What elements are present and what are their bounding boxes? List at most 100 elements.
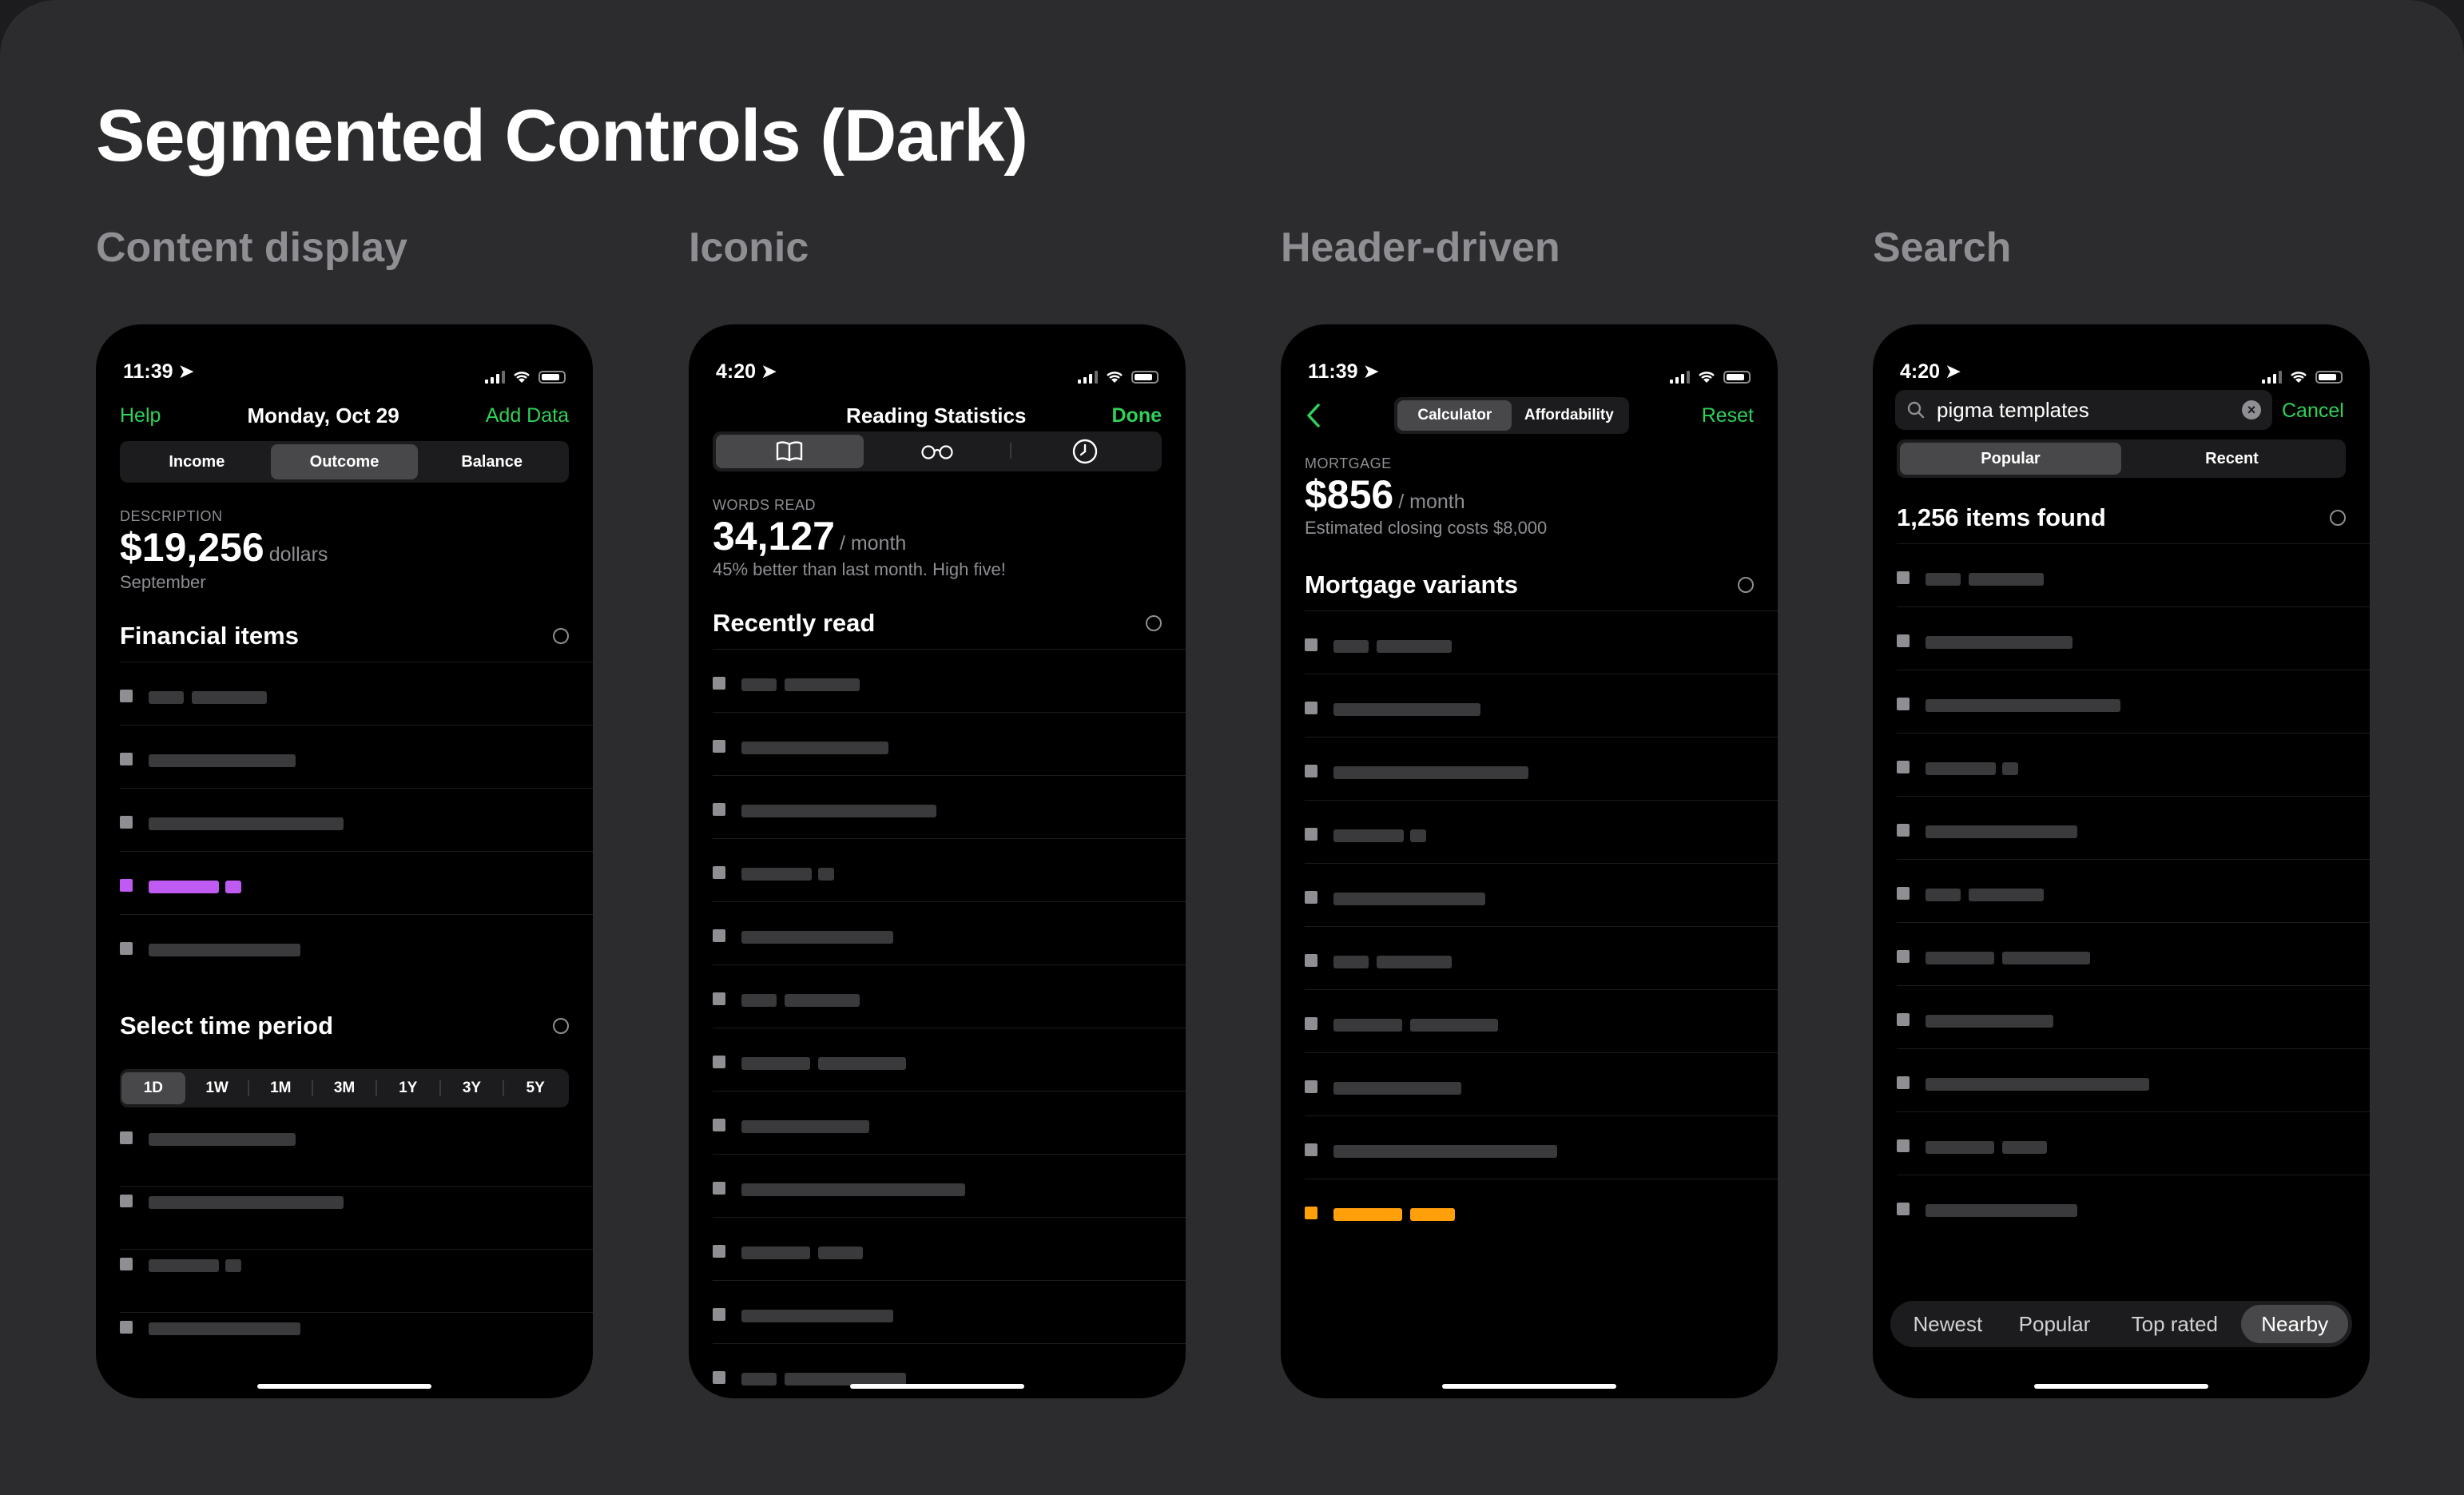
status-time: 4:20 <box>1900 360 1941 383</box>
info-circle-icon[interactable] <box>553 1018 569 1034</box>
list-item[interactable] <box>1305 926 1778 989</box>
segment-newest[interactable]: Newest <box>1894 1305 2001 1343</box>
mortgage-unit: / month <box>1398 491 1465 513</box>
list-item[interactable] <box>120 788 593 851</box>
list-item[interactable] <box>120 914 593 977</box>
column-title: Header-driven <box>1281 225 1560 271</box>
segment-balance[interactable]: Balance <box>418 444 566 479</box>
segment-1w[interactable]: 1W <box>185 1072 249 1104</box>
list-item[interactable] <box>120 1249 593 1312</box>
segment-recent[interactable]: Recent <box>2121 443 2343 475</box>
status-bar: 11:39 ➤ <box>96 324 593 384</box>
list-item[interactable] <box>1897 1175 2370 1238</box>
list-item[interactable] <box>713 1028 1186 1091</box>
list-item-selected[interactable] <box>120 851 593 914</box>
section-header: Financial items <box>120 622 569 650</box>
signal-icon <box>2262 371 2282 384</box>
list-item[interactable] <box>1897 922 2370 985</box>
list-item[interactable] <box>713 964 1186 1028</box>
recently-read-list <box>713 649 1186 1398</box>
list-item[interactable] <box>713 1154 1186 1217</box>
segment-popular[interactable]: Popular <box>1900 443 2121 475</box>
list-item[interactable] <box>713 838 1186 901</box>
search-input[interactable] <box>1935 396 2242 423</box>
nav-bar: Reading Statistics Done <box>689 395 1186 436</box>
list-item[interactable] <box>120 662 593 725</box>
list-item[interactable] <box>713 1343 1186 1398</box>
info-circle-icon[interactable] <box>1738 577 1754 593</box>
segment-5y[interactable]: 5Y <box>503 1072 567 1104</box>
home-indicator <box>2034 1384 2208 1389</box>
segment-income[interactable]: Income <box>123 444 271 479</box>
list-item[interactable] <box>1897 796 2370 859</box>
list-item[interactable] <box>713 1091 1186 1154</box>
segment-3m[interactable]: 3M <box>312 1072 376 1104</box>
location-arrow-icon: ➤ <box>1945 360 1961 383</box>
battery-icon <box>2315 371 2343 384</box>
clear-icon[interactable]: × <box>2242 400 2261 419</box>
list-item[interactable] <box>1897 1048 2370 1111</box>
list-item[interactable] <box>713 649 1186 712</box>
list-item[interactable] <box>713 712 1186 775</box>
segment-clock[interactable] <box>1010 435 1158 468</box>
signal-icon <box>1670 371 1690 384</box>
cancel-button[interactable]: Cancel <box>2282 400 2344 423</box>
words-read-label: WORDS READ <box>713 497 817 513</box>
segment-nearby[interactable]: Nearby <box>2241 1305 2348 1343</box>
list-item[interactable] <box>120 725 593 788</box>
list-item[interactable] <box>1897 859 2370 922</box>
list-item[interactable] <box>120 1186 593 1249</box>
chevron-left-icon[interactable] <box>1305 402 1322 429</box>
battery-icon <box>1723 371 1751 384</box>
help-button[interactable]: Help <box>120 404 161 427</box>
reset-button[interactable]: Reset <box>1702 404 1754 427</box>
info-circle-icon[interactable] <box>2330 510 2346 526</box>
segment-1d[interactable]: 1D <box>121 1072 185 1104</box>
list-item[interactable] <box>713 775 1186 838</box>
segment-1y[interactable]: 1Y <box>375 1072 440 1104</box>
list-item[interactable] <box>1305 863 1778 926</box>
list-item[interactable] <box>713 1217 1186 1280</box>
list-item[interactable] <box>713 1280 1186 1343</box>
list-item[interactable] <box>1305 737 1778 800</box>
list-item[interactable] <box>1897 1111 2370 1175</box>
done-button[interactable]: Done <box>1112 404 1162 427</box>
segment-glasses[interactable] <box>864 435 1011 468</box>
info-circle-icon[interactable] <box>553 628 569 644</box>
list-item[interactable] <box>1305 989 1778 1052</box>
column-iconic: Iconic 4:20 ➤ Reading Statistics Done WO… <box>689 224 1186 1398</box>
list-item[interactable] <box>1897 733 2370 796</box>
segment-book[interactable] <box>716 435 864 468</box>
list-item[interactable] <box>1305 1052 1778 1115</box>
add-data-button[interactable]: Add Data <box>486 404 569 427</box>
battery-icon <box>1131 371 1158 384</box>
list-item[interactable] <box>1897 606 2370 670</box>
segment-calculator[interactable]: Calculator <box>1397 400 1512 431</box>
nav-title: Reading Statistics <box>846 403 1027 427</box>
list-item[interactable] <box>1897 670 2370 733</box>
segment-popular-sort[interactable]: Popular <box>2001 1305 2108 1343</box>
list-item[interactable] <box>120 1312 593 1375</box>
segmented-control-income-outcome-balance: Income Outcome Balance <box>120 441 569 483</box>
list-item[interactable] <box>1897 543 2370 606</box>
segment-outcome[interactable]: Outcome <box>270 444 419 479</box>
segment-top-rated[interactable]: Top rated <box>2108 1305 2241 1343</box>
list-item[interactable] <box>1305 674 1778 737</box>
list-item[interactable] <box>713 901 1186 964</box>
amount-number: $19,256 <box>120 525 264 570</box>
segment-3y[interactable]: 3Y <box>439 1072 504 1104</box>
list-item[interactable] <box>1305 800 1778 863</box>
list-item[interactable] <box>1305 610 1778 674</box>
phone-iconic: 4:20 ➤ Reading Statistics Done WORDS REA… <box>689 324 1186 1398</box>
info-circle-icon[interactable] <box>1146 615 1162 631</box>
list-item[interactable] <box>1305 1115 1778 1179</box>
list-item[interactable] <box>1897 985 2370 1048</box>
segment-affordability[interactable]: Affordability <box>1512 400 1626 431</box>
segment-1m[interactable]: 1M <box>248 1072 312 1104</box>
time-items-list <box>120 1123 593 1375</box>
list-item-selected[interactable] <box>1305 1179 1778 1242</box>
column-title: Content display <box>96 225 408 271</box>
status-bar: 4:20 ➤ <box>689 324 1186 384</box>
list-item[interactable] <box>120 1123 593 1186</box>
section-title: Recently read <box>713 609 876 637</box>
